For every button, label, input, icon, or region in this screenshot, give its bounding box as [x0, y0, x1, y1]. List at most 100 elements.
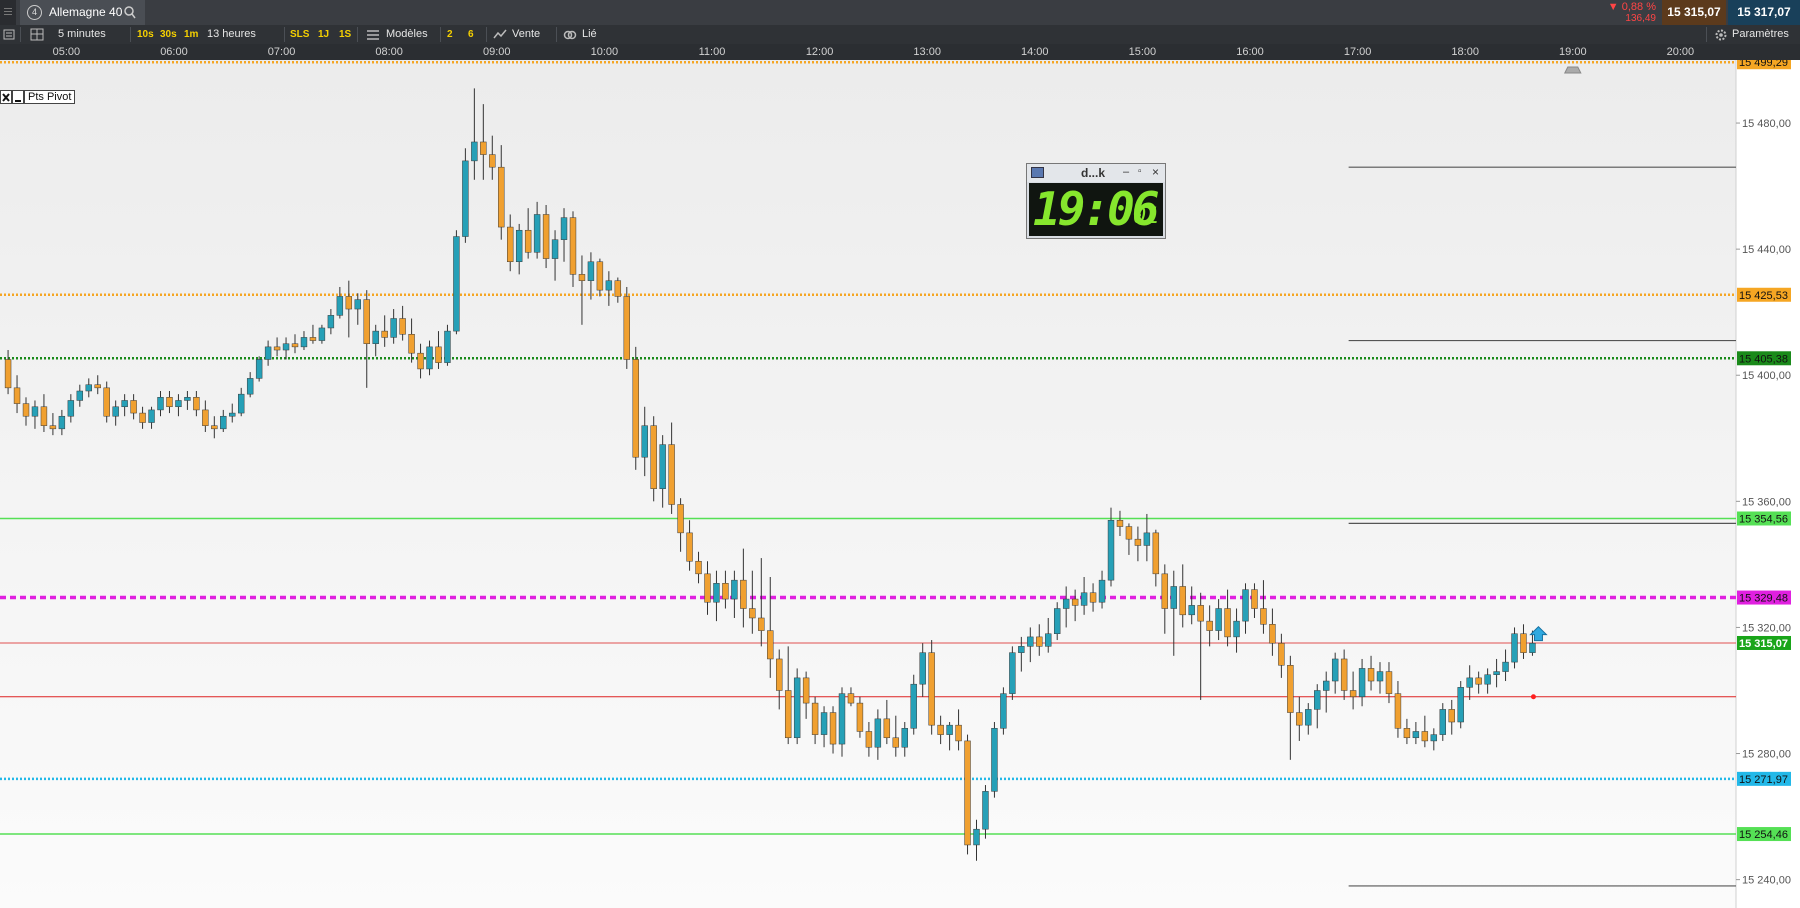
candle-body: [686, 532, 693, 562]
candle-body: [426, 346, 433, 370]
candle-body: [919, 652, 926, 685]
time-tick-label: 08:00: [375, 46, 403, 58]
candle-body: [533, 214, 541, 253]
close-icon[interactable]: ×: [1152, 165, 1159, 179]
candle-body: [542, 214, 550, 259]
time-tick-label: 20:00: [1666, 46, 1695, 58]
level-label: 15 329,48: [1739, 593, 1788, 605]
candle-body: [1027, 636, 1034, 647]
sell-icon[interactable]: [493, 25, 507, 44]
minimize-icon[interactable]: –: [1123, 166, 1129, 178]
templates-button[interactable]: Modèles: [386, 25, 428, 44]
candle-body: [1376, 671, 1384, 682]
candle-body: [255, 359, 263, 379]
candle-body: [157, 397, 164, 411]
candle-body: [713, 583, 720, 603]
settings-button[interactable]: Paramètres: [1732, 25, 1789, 44]
one-s-button[interactable]: 1S: [339, 25, 351, 44]
candle-body: [1116, 520, 1124, 527]
candle-body: [1475, 677, 1482, 685]
layout-icon[interactable]: [30, 25, 44, 44]
link-icon[interactable]: [563, 25, 577, 44]
time-tick-label: 07:00: [267, 46, 296, 58]
candle-body: [1206, 620, 1213, 631]
quick-30s-button[interactable]: 30s: [160, 25, 177, 44]
candle-body: [327, 315, 335, 329]
candle-body: [1036, 636, 1043, 647]
ask-price-button[interactable]: 15 317,07: [1728, 0, 1800, 25]
level-label: 15 425,53: [1739, 290, 1788, 302]
candle-body: [982, 791, 989, 830]
candle-body: [1511, 633, 1518, 663]
clock-title: d...k: [1081, 166, 1106, 180]
candle-body: [1242, 589, 1249, 622]
close-icon[interactable]: [0, 90, 12, 104]
candle-body: [1305, 709, 1312, 726]
candle-body: [85, 384, 92, 392]
candle-body: [1224, 608, 1231, 638]
candle-body: [345, 296, 353, 310]
candle-body: [229, 412, 236, 417]
candle-body: [802, 677, 810, 704]
one-day-button[interactable]: 1J: [318, 25, 329, 44]
sell-button[interactable]: Vente: [512, 25, 540, 44]
candle-body: [1098, 579, 1106, 603]
level-label: 15 405,38: [1739, 353, 1788, 365]
badge-2[interactable]: 2: [447, 25, 453, 44]
clock-widget[interactable]: d...k – ▫ × 19:06 01: [1026, 163, 1166, 239]
candle-body: [175, 400, 182, 408]
candle-body: [578, 274, 586, 281]
candle-body: [67, 400, 75, 417]
panel-icon[interactable]: [3, 25, 15, 44]
candle-body: [453, 236, 460, 332]
candle-body: [264, 346, 272, 360]
search-icon[interactable]: [124, 5, 136, 19]
candle-body: [641, 425, 648, 458]
candle-body: [1197, 605, 1204, 622]
sls-button[interactable]: SLS: [290, 25, 309, 44]
candle-body: [193, 397, 200, 411]
candle-body: [462, 160, 469, 237]
clock-seconds: 01: [1133, 204, 1160, 229]
templates-icon[interactable]: [366, 25, 380, 44]
candle-body: [1520, 633, 1527, 653]
price-chart[interactable]: 15 480,00 15 440,00 15 400,00 15 360,00 15 3…: [0, 0, 1800, 908]
minimize-icon[interactable]: [12, 90, 24, 104]
price-tick-label: 15 320,00: [1742, 622, 1791, 634]
candle-body: [1107, 520, 1115, 581]
time-tick-label: 16:00: [1236, 46, 1264, 58]
instrument-tab[interactable]: 4 Allemagne 40: [20, 0, 145, 25]
bid-price-button[interactable]: 15 315,07: [1662, 0, 1726, 25]
candle-body: [1179, 586, 1186, 616]
quick-10s-button[interactable]: 10s: [137, 25, 154, 44]
menu-handle[interactable]: [0, 0, 16, 25]
candle-body: [901, 728, 908, 748]
period-select[interactable]: 13 heures: [207, 25, 256, 44]
linked-button[interactable]: Lié: [582, 25, 597, 44]
badge-6[interactable]: 6: [468, 25, 474, 44]
candle-body: [1009, 652, 1016, 694]
plot-area: [0, 60, 1736, 908]
toolbar-divider: [556, 27, 557, 42]
candle-body: [1385, 671, 1393, 694]
time-axis[interactable]: 05:00 06:00 07:00 08:00 09:00 10:00 11:00 12:00…: [0, 44, 1800, 60]
time-tick-label: 11:00: [698, 46, 726, 58]
order-marker: [1530, 694, 1536, 700]
candle-body: [417, 352, 424, 370]
clock-titlebar[interactable]: d...k – ▫ ×: [1027, 164, 1165, 182]
candle-body: [1493, 671, 1500, 675]
candle-body: [677, 504, 684, 534]
timeframe-select[interactable]: 5 minutes: [58, 25, 106, 44]
candle-body: [1287, 665, 1294, 713]
gear-icon[interactable]: [1714, 25, 1728, 44]
candle-body: [1439, 709, 1446, 735]
maximize-icon[interactable]: ▫: [1138, 166, 1142, 177]
candle-body: [1188, 605, 1195, 616]
candle-body: [1089, 592, 1097, 603]
change-percent: ▼ 0,88 %: [1607, 1, 1656, 13]
quick-1m-button[interactable]: 1m: [184, 25, 198, 44]
candle-body: [1349, 690, 1357, 698]
candle-body: [246, 378, 254, 395]
candle-body: [784, 690, 792, 739]
candle-body: [1071, 598, 1079, 606]
